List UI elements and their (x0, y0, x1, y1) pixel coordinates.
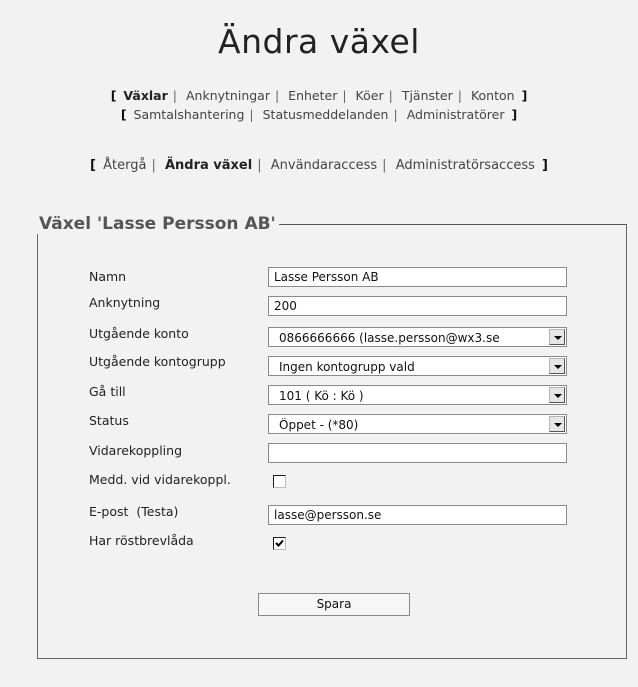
nav-separator: | (393, 107, 398, 122)
secondary-nav: [ Återgå | Ändra växel | Användaraccess | A… (0, 158, 638, 173)
nav-separator: | (151, 158, 156, 173)
nav-separator: | (457, 88, 462, 103)
medd-vid-vidarekoppl-checkbox[interactable] (273, 475, 286, 488)
utgaende-kontogrupp-label: Utgående kontogrupp (89, 354, 226, 369)
dropdown-arrow-icon[interactable] (549, 329, 565, 345)
dropdown-arrow-icon[interactable] (549, 387, 565, 403)
epost-label-text: E-post (89, 504, 129, 519)
nav-separator: | (342, 88, 347, 103)
anknytning-label: Anknytning (89, 295, 161, 310)
nav-link-statusmeddelanden[interactable]: Statusmeddelanden (263, 107, 389, 122)
nav-separator: | (172, 88, 177, 103)
utgaende-konto-value: 0866666666 (lasse.persson@wx3.se (279, 331, 500, 345)
epost-input[interactable] (268, 505, 567, 525)
utgaende-kontogrupp-value: Ingen kontogrupp vald (279, 360, 415, 374)
ga-till-select[interactable]: 101 ( Kö : Kö ) (268, 385, 567, 405)
nav-link-koer[interactable]: Köer (356, 88, 384, 103)
utgaende-kontogrupp-select[interactable]: Ingen kontogrupp vald (268, 356, 567, 376)
nav-link-tjanster[interactable]: Tjänster (402, 88, 453, 103)
nav-link-andra-vaxel[interactable]: Ändra växel (165, 158, 252, 173)
dropdown-arrow-icon[interactable] (549, 358, 565, 374)
fieldset-legend: Växel 'Lasse Persson AB' (39, 214, 276, 234)
nav-separator: | (388, 88, 393, 103)
nav-link-anknytningar[interactable]: Anknytningar (186, 88, 270, 103)
ga-till-label: Gå till (89, 384, 126, 399)
testa-link[interactable]: (Testa) (136, 504, 178, 519)
save-button[interactable]: Spara (258, 593, 410, 616)
namn-label: Namn (89, 269, 127, 284)
checkmark-icon (275, 539, 284, 547)
rostbrevlada-label: Har röstbrevlåda (89, 533, 194, 548)
nav-link-administratorer[interactable]: Administratörer (407, 107, 505, 122)
status-value: Öppet - (*80) (279, 418, 359, 432)
nav-bracket-close: ] (542, 158, 548, 173)
utgaende-konto-label: Utgående konto (89, 326, 189, 341)
medd-vid-vidarekoppl-label: Medd. vid vidarekoppl. (89, 472, 231, 487)
nav-link-vaxlar[interactable]: Växlar (123, 88, 167, 103)
utgaende-konto-select[interactable]: 0866666666 (lasse.persson@wx3.se (268, 327, 567, 347)
vidarekoppling-input[interactable] (268, 443, 567, 463)
anknytning-input[interactable] (268, 296, 567, 316)
nav-bracket-open: [ (90, 158, 96, 173)
namn-input[interactable] (268, 267, 567, 287)
ga-till-value: 101 ( Kö : Kö ) (279, 389, 364, 403)
nav-separator: | (274, 88, 280, 103)
dropdown-arrow-icon[interactable] (549, 416, 565, 432)
nav-bracket-open: [ (110, 88, 117, 103)
nav-separator: | (382, 158, 387, 173)
nav-link-anvandaraccess[interactable]: Användaraccess (271, 158, 377, 173)
page-title: Ändra växel (218, 22, 420, 61)
rostbrevlada-checkbox[interactable] (273, 537, 286, 550)
vidarekoppling-label: Vidarekoppling (89, 443, 183, 458)
nav-bracket-open: [ (120, 107, 127, 122)
nav-separator: | (249, 107, 254, 122)
nav-bracket-close: ] (511, 107, 518, 122)
status-label: Status (89, 413, 129, 428)
nav-link-konton[interactable]: Konton (471, 88, 515, 103)
primary-nav-row-1: [ Växlar | Anknytningar | Enheter | Köer | T… (0, 88, 638, 103)
nav-link-administratorsaccess[interactable]: Administratörsaccess (396, 158, 535, 173)
nav-link-samtalshantering[interactable]: Samtalshantering (134, 107, 245, 122)
nav-link-atergaa[interactable]: Återgå (103, 158, 146, 173)
primary-nav-row-2: [ Samtalshantering | Statusmeddelanden | A… (0, 107, 638, 122)
status-select[interactable]: Öppet - (*80) (268, 414, 567, 434)
epost-label: E-post (Testa) (89, 504, 178, 519)
nav-bracket-close: ] (521, 88, 528, 103)
nav-separator: | (257, 158, 262, 173)
nav-link-enheter[interactable]: Enheter (288, 88, 337, 103)
